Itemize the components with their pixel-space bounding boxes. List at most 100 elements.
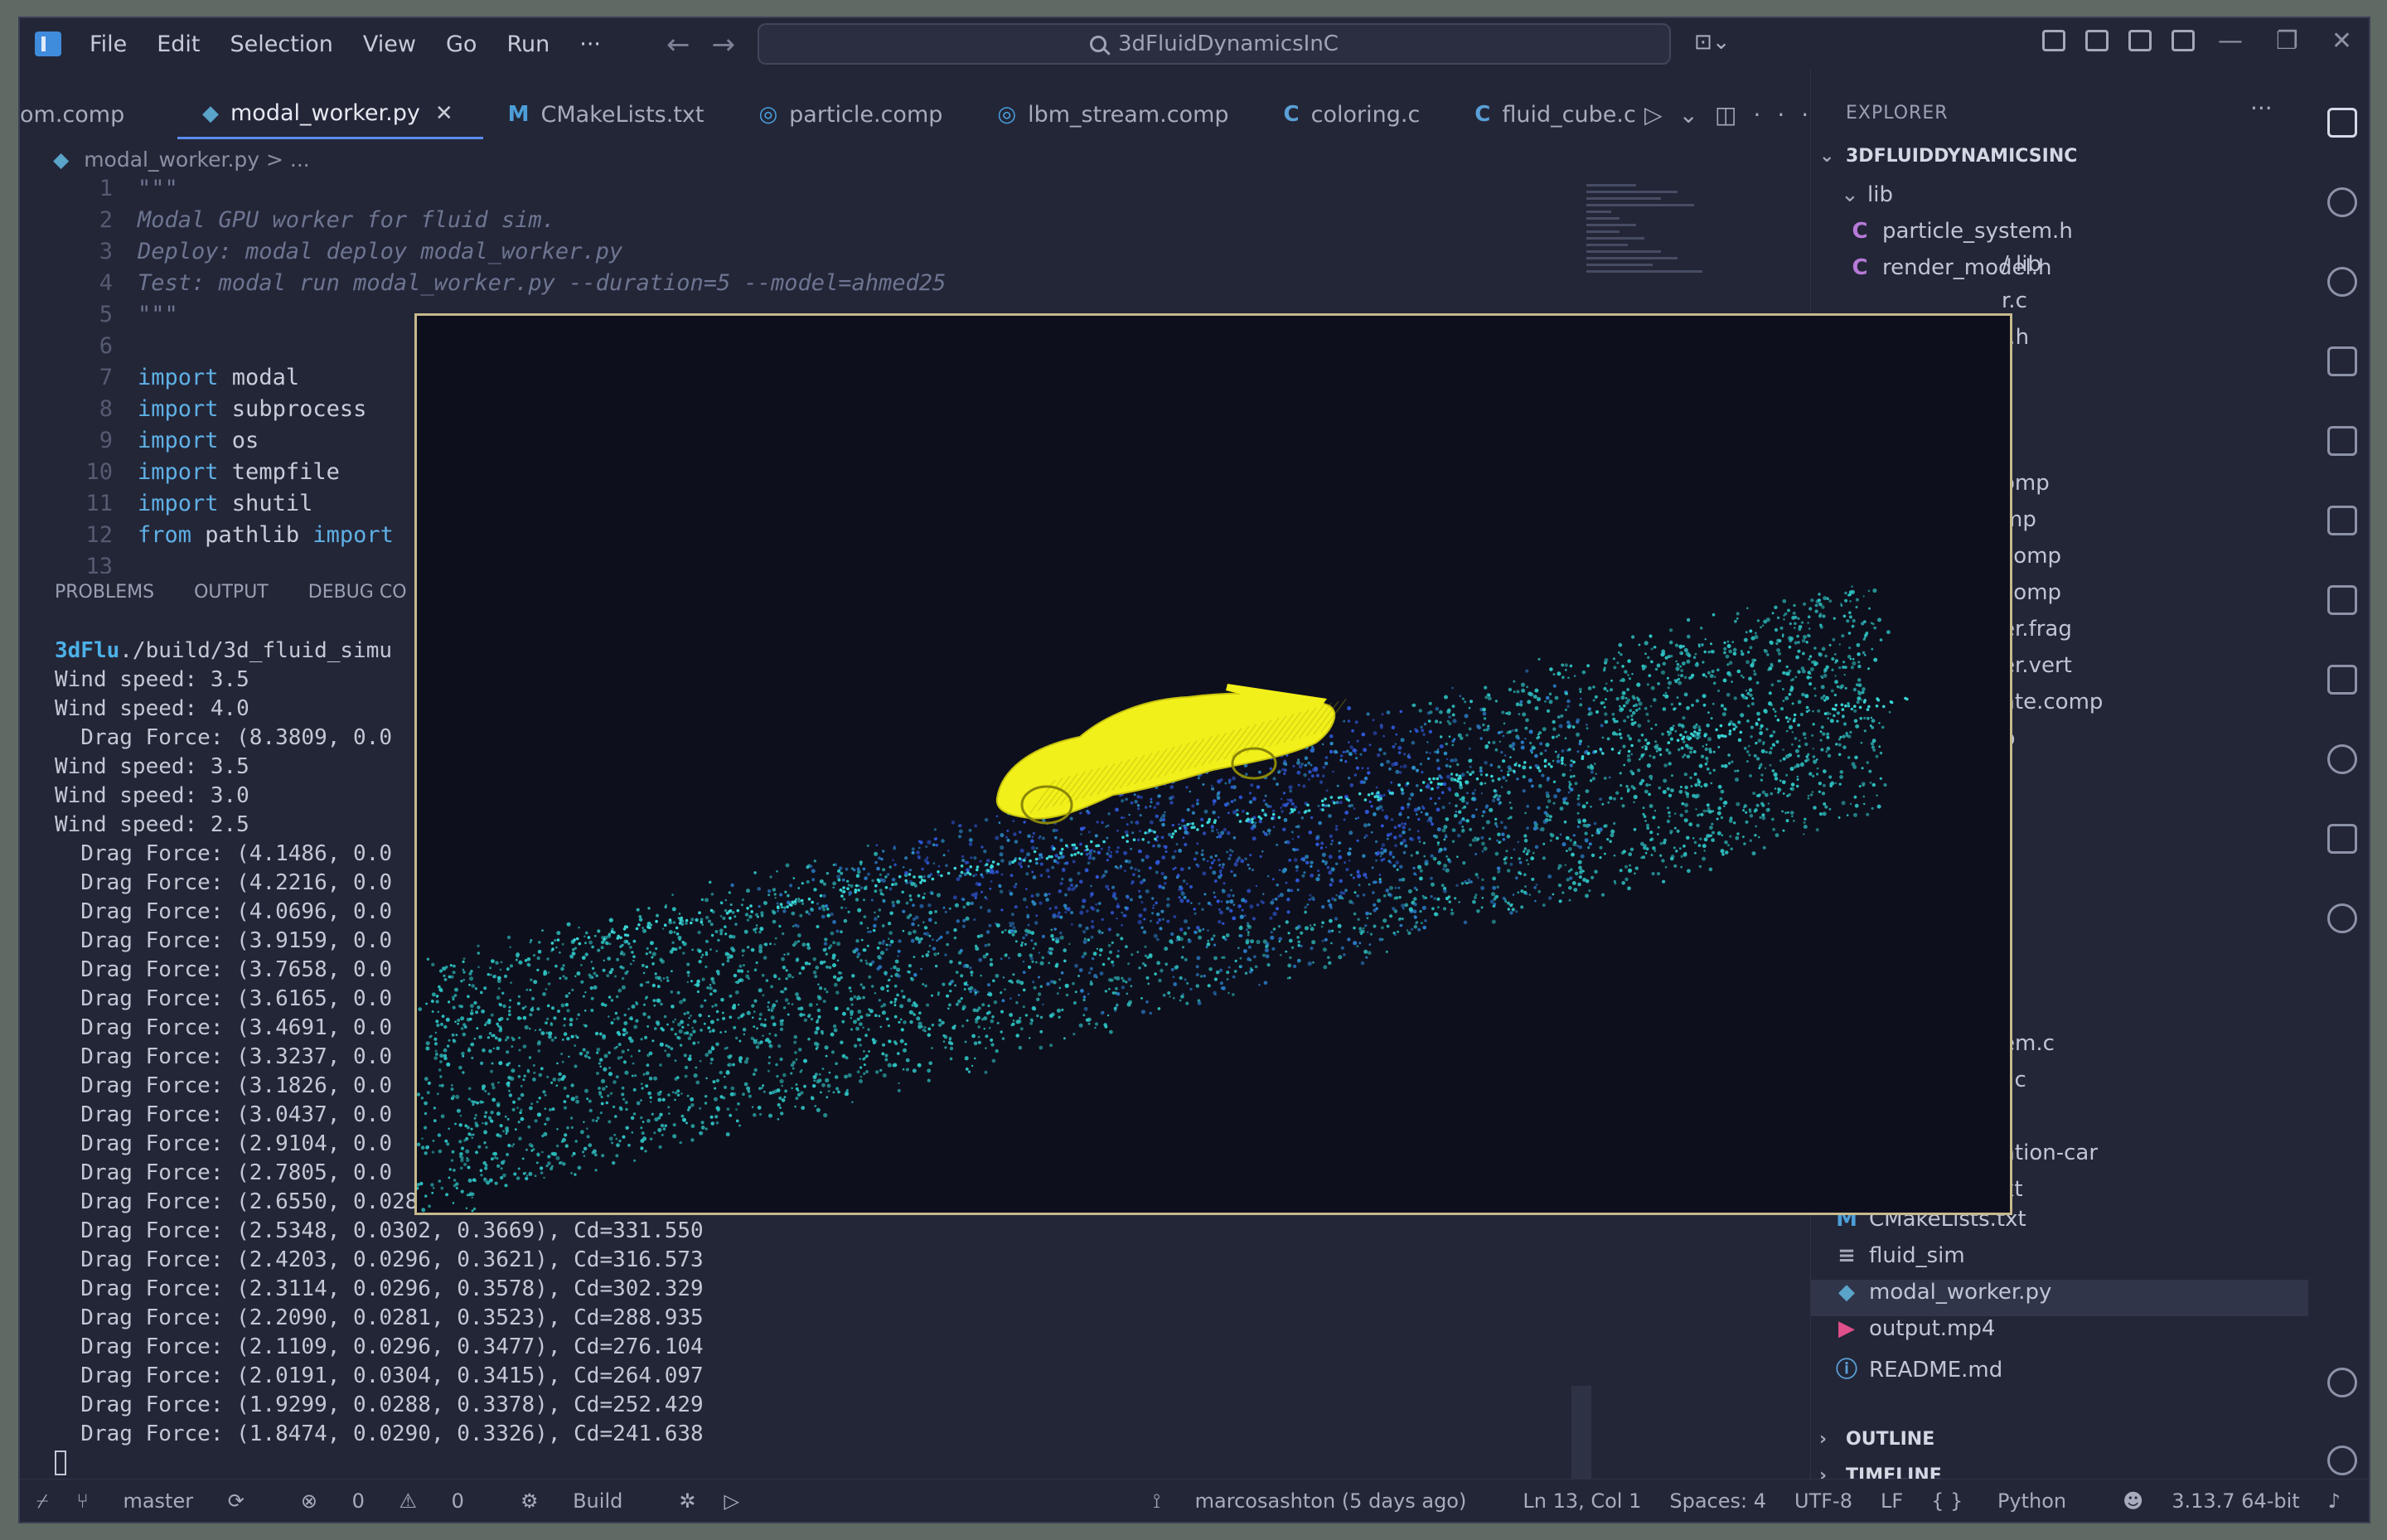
particle: [638, 918, 643, 922]
breadcrumb-rest[interactable]: > ...: [266, 148, 310, 172]
particle: [644, 1150, 647, 1153]
language-item[interactable]: { } Python: [1931, 1489, 2094, 1513]
particle: [1358, 942, 1362, 945]
particle: [1276, 907, 1279, 911]
launch-icon[interactable]: ▷: [724, 1489, 738, 1513]
settings-gear-icon[interactable]: [2327, 1446, 2357, 1475]
line-ending[interactable]: LF: [1881, 1489, 1903, 1513]
tab-om-comp[interactable]: om.comp: [20, 90, 177, 139]
particle: [859, 1075, 863, 1078]
openai-icon[interactable]: [2327, 744, 2357, 774]
particle: [1347, 719, 1351, 723]
minimize-icon[interactable]: —: [2218, 27, 2243, 56]
tab-coloring-c[interactable]: C coloring.c: [1259, 90, 1450, 139]
run-debug-icon[interactable]: [2327, 346, 2357, 376]
particle: [859, 983, 863, 986]
particle: [905, 1068, 909, 1072]
tab-problems[interactable]: PROBLEMS: [55, 582, 154, 603]
particle: [1392, 864, 1397, 868]
file-modal-worker-py[interactable]: ◆ modal_worker.py: [1811, 1280, 2308, 1316]
split-editor-icon[interactable]: ◫: [1715, 101, 1753, 128]
breadcrumb-file[interactable]: modal_worker.py: [84, 148, 259, 172]
menu-run[interactable]: Run: [506, 31, 550, 57]
particle: [768, 1056, 771, 1059]
terminal-scrollbar[interactable]: [1571, 1386, 1591, 1485]
simulation-viewer-window[interactable]: [414, 313, 2012, 1215]
copilot-icon[interactable]: [2327, 824, 2357, 854]
file-fluid-sim[interactable]: ≡ fluid_sim: [1811, 1243, 2308, 1280]
more-icon[interactable]: ···: [2250, 94, 2273, 122]
tab-fluid-cube-c[interactable]: C fluid_cube.c: [1450, 90, 1666, 139]
close-tab-icon[interactable]: ✕: [435, 101, 453, 126]
particle: [560, 1140, 564, 1143]
run-icon[interactable]: ▷⌄: [1644, 101, 1715, 128]
back-arrow-icon[interactable]: ←: [666, 28, 712, 61]
tab-modal-worker[interactable]: ◆ modal_worker.py ✕: [177, 90, 483, 139]
file-readme[interactable]: ⓘ README.md: [1811, 1353, 2308, 1389]
menu-edit[interactable]: Edit: [157, 31, 200, 57]
source-control-icon[interactable]: [2327, 267, 2357, 297]
forward-arrow-icon[interactable]: →: [712, 28, 758, 61]
particle: [1112, 892, 1117, 896]
menu-go[interactable]: Go: [446, 31, 477, 57]
tab-particle-comp[interactable]: ◎ particle.comp: [734, 90, 972, 139]
branch-item[interactable]: ⑂ master ⟳: [76, 1489, 272, 1513]
particle: [1025, 872, 1029, 876]
python-interpreter[interactable]: 3.13.7 64-bit: [2172, 1489, 2299, 1513]
tab-cmakelists[interactable]: M CMakeLists.txt: [483, 90, 734, 139]
command-center-search[interactable]: 3dFluidDynamicsInC: [758, 23, 1671, 65]
tab-output[interactable]: OUTPUT: [194, 582, 269, 603]
menu-more[interactable]: ···: [579, 31, 601, 57]
extensions-icon[interactable]: [2327, 426, 2357, 456]
particle: [696, 990, 700, 994]
remote-icon[interactable]: ⌿: [36, 1489, 48, 1513]
particle: [928, 945, 932, 947]
particle: [1029, 1018, 1034, 1022]
problems-item[interactable]: ⊗ 0 ⚠ 0: [301, 1489, 492, 1513]
file-output-mp4[interactable]: ▶ output.mp4: [1811, 1316, 2308, 1353]
encoding[interactable]: UTF-8: [1794, 1489, 1852, 1513]
particle: [574, 1173, 577, 1176]
explorer-icon[interactable]: [2327, 108, 2357, 138]
tab-lbm-stream-comp[interactable]: ◎ lbm_stream.comp: [972, 90, 1258, 139]
particle: [687, 974, 690, 977]
copilot-chat-icon[interactable]: ⊡⌄: [1694, 30, 1741, 58]
tree-item-partial[interactable]: / lib: [1811, 252, 2308, 288]
menu-selection[interactable]: Selection: [230, 31, 332, 57]
particle: [1828, 775, 1833, 779]
testing-flask-icon[interactable]: [2327, 585, 2357, 615]
toggle-panel-icon[interactable]: [2128, 30, 2152, 51]
particle: [1444, 695, 1448, 700]
line-number: 5: [99, 302, 113, 327]
particle: [1749, 646, 1753, 650]
outline-section[interactable]: › OUTLINE: [1811, 1429, 2308, 1465]
particle: [612, 1018, 616, 1021]
menu-file[interactable]: File: [90, 31, 127, 57]
particle: [424, 1194, 428, 1198]
file-particle-system-h[interactable]: Cparticle_system.h: [1811, 219, 2308, 255]
customize-layout-icon[interactable]: [2042, 30, 2065, 51]
menu-view[interactable]: View: [363, 31, 416, 57]
folder-lib[interactable]: ⌄ lib: [1811, 182, 2308, 219]
explorer-root-folder[interactable]: ⌄ 3DFLUIDDYNAMICSINC: [1811, 146, 2308, 182]
notifications-bell-icon[interactable]: ♪: [2328, 1489, 2341, 1513]
git-blame-item[interactable]: ⟟ marcosashton (5 days ago): [1153, 1489, 1494, 1513]
remote-chat-icon[interactable]: [2327, 506, 2357, 535]
toggle-sidebar-icon[interactable]: [2085, 30, 2109, 51]
minimap[interactable]: [1586, 184, 1711, 317]
restore-icon[interactable]: ❐: [2276, 27, 2298, 56]
debug-icon[interactable]: ✲: [679, 1489, 695, 1513]
cursor-position[interactable]: Ln 13, Col 1: [1523, 1489, 1641, 1513]
build-item[interactable]: ⚙ Build: [520, 1489, 651, 1513]
particle: [887, 1063, 892, 1068]
indentation[interactable]: Spaces: 4: [1669, 1489, 1766, 1513]
containers-icon[interactable]: [2327, 665, 2357, 695]
search-icon[interactable]: [2327, 187, 2357, 217]
particle: [1202, 927, 1205, 931]
close-window-icon[interactable]: ✕: [2331, 27, 2352, 56]
account-icon[interactable]: [2327, 1368, 2357, 1397]
tab-debug-console[interactable]: DEBUG CO: [308, 582, 407, 603]
copilot-status-icon[interactable]: ☻: [2123, 1489, 2143, 1513]
target-icon[interactable]: [2327, 903, 2357, 933]
particle: [887, 1024, 890, 1028]
